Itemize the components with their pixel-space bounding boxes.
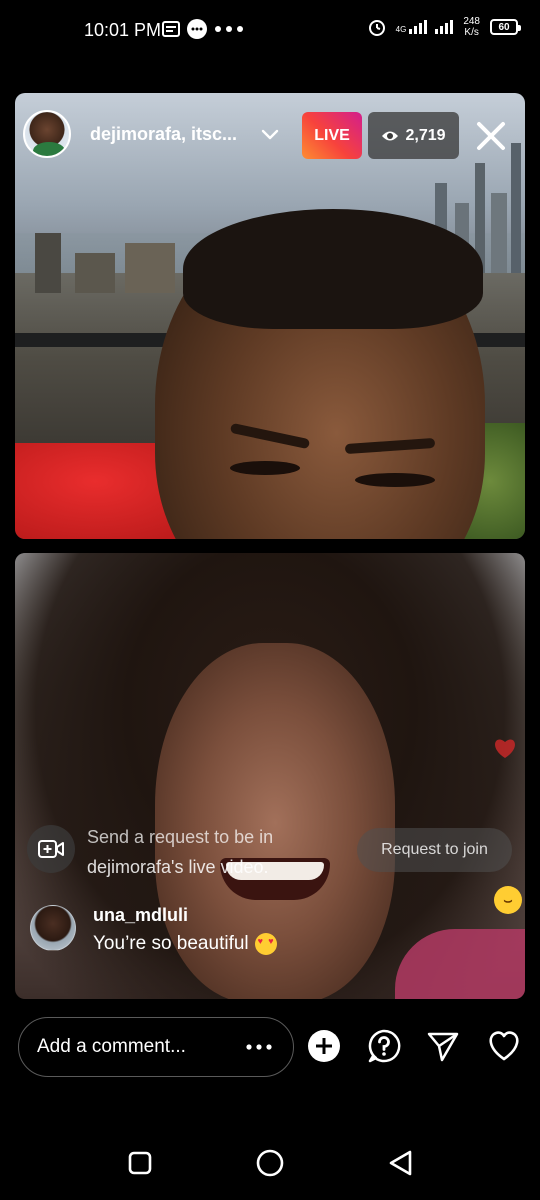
comment-avatar[interactable] — [30, 905, 76, 951]
alarm-icon — [368, 20, 385, 36]
nav-home-icon — [256, 1149, 284, 1177]
request-to-join-button[interactable]: Request to join — [357, 828, 512, 872]
nav-back-button[interactable] — [382, 1145, 418, 1181]
status-system-icons: 4G 248 K/s 60 — [368, 16, 521, 38]
chat-icon — [187, 19, 207, 39]
more-notifications-icon — [215, 26, 243, 32]
add-button[interactable] — [306, 1028, 342, 1064]
questions-button[interactable] — [366, 1028, 402, 1064]
battery-icon: 60 — [490, 19, 521, 35]
share-button[interactable] — [425, 1028, 461, 1064]
more-icon — [246, 1044, 272, 1050]
eye-icon — [382, 131, 399, 140]
live-badge: LIVE — [302, 112, 362, 159]
add-video-icon — [38, 840, 64, 858]
send-icon — [427, 1032, 459, 1062]
live-screen: 10:01 PM 4G 248 K/s 60 dejimorafa, itsc.… — [0, 0, 540, 1200]
viewer-count-badge[interactable]: 2,719 — [368, 112, 459, 159]
chevron-down-icon[interactable] — [260, 124, 280, 144]
status-bar: 10:01 PM 4G 248 K/s 60 — [0, 0, 540, 60]
host-name[interactable]: dejimorafa, itsc... — [90, 124, 237, 145]
viewer-count: 2,719 — [405, 126, 446, 144]
like-icon — [489, 1031, 519, 1061]
question-icon — [368, 1029, 401, 1063]
nav-back-icon — [389, 1150, 412, 1176]
plus-icon — [308, 1030, 340, 1062]
status-notification-icons — [162, 18, 244, 40]
close-icon — [477, 122, 505, 150]
comment-text: You’re so beautiful — [93, 933, 277, 955]
status-time: 10:01 PM — [84, 20, 162, 40]
host-avatar[interactable] — [23, 110, 71, 158]
close-button[interactable] — [470, 115, 512, 157]
heart-icon — [495, 739, 515, 758]
message-icon — [162, 21, 180, 37]
nav-recents-button[interactable] — [122, 1145, 158, 1181]
heart-eyes-emoji-icon — [254, 933, 277, 955]
signal-icon: 4G — [396, 20, 454, 34]
like-button[interactable] — [486, 1028, 522, 1064]
comment-username[interactable]: una_mdluli — [93, 905, 188, 926]
nav-recents-icon — [128, 1151, 152, 1175]
laugh-emoji-icon: ⌣ — [494, 886, 522, 914]
network-speed: 248 K/s — [463, 16, 480, 38]
request-message: Send a request to be in dejimorafa's liv… — [87, 827, 274, 877]
request-video-button[interactable] — [27, 825, 75, 873]
more-options-button[interactable] — [246, 1034, 272, 1060]
host-video[interactable] — [15, 93, 525, 539]
network-type: 4G — [395, 25, 407, 34]
nav-home-button[interactable] — [252, 1145, 288, 1181]
